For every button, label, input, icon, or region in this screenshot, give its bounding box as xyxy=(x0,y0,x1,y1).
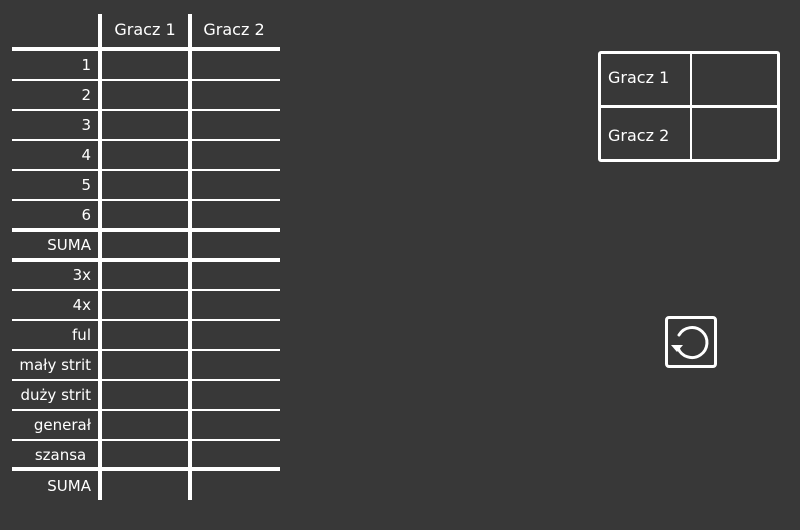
row-label-sixes: 6 xyxy=(81,206,91,224)
score-cell[interactable] xyxy=(193,412,275,438)
score-cell[interactable] xyxy=(103,233,187,259)
score-cell[interactable] xyxy=(103,472,187,498)
row-separator xyxy=(12,109,280,111)
row-separator xyxy=(12,169,280,171)
totals-player-1-name: Gracz 1 xyxy=(608,68,670,87)
score-cell[interactable] xyxy=(103,202,187,228)
row-label-small-straight: mały strit xyxy=(19,356,91,374)
score-cell[interactable] xyxy=(193,52,275,78)
score-cell[interactable] xyxy=(193,112,275,138)
score-cell[interactable] xyxy=(103,412,187,438)
score-cell[interactable] xyxy=(193,352,275,378)
score-cell[interactable] xyxy=(193,233,275,259)
row-label-four-of-a-kind: 4x xyxy=(72,296,91,314)
score-cell[interactable] xyxy=(193,292,275,318)
row-label-general: generał xyxy=(33,416,91,434)
score-cell[interactable] xyxy=(103,142,187,168)
row-label-total-sum: SUMA xyxy=(47,477,91,495)
row-separator xyxy=(12,379,280,381)
player-1-column-header: Gracz 1 xyxy=(114,20,176,39)
row-label-fours: 4 xyxy=(81,146,91,164)
score-cell[interactable] xyxy=(103,292,187,318)
row-label-threes: 3 xyxy=(81,116,91,134)
row-separator xyxy=(12,79,280,81)
score-cell[interactable] xyxy=(103,263,187,289)
score-cell[interactable] xyxy=(193,263,275,289)
score-cell[interactable] xyxy=(193,202,275,228)
score-cell[interactable] xyxy=(193,472,275,498)
row-separator xyxy=(12,319,280,321)
row-label-twos: 2 xyxy=(81,86,91,104)
score-cell[interactable] xyxy=(103,382,187,408)
label-column-divider xyxy=(98,14,102,500)
score-cell[interactable] xyxy=(103,352,187,378)
score-cell[interactable] xyxy=(103,172,187,198)
reset-button[interactable] xyxy=(665,316,717,368)
score-cell[interactable] xyxy=(103,442,187,468)
row-separator xyxy=(12,409,280,411)
score-cell[interactable] xyxy=(103,112,187,138)
score-cell[interactable] xyxy=(103,322,187,348)
totals-player-1-score xyxy=(694,66,776,90)
score-cell[interactable] xyxy=(103,82,187,108)
row-label-upper-sum: SUMA xyxy=(47,236,91,254)
score-cell[interactable] xyxy=(193,82,275,108)
totals-column-divider xyxy=(690,54,692,159)
row-label-large-straight: duży strit xyxy=(20,386,91,404)
score-cell[interactable] xyxy=(103,52,187,78)
totals-row-divider xyxy=(601,105,777,108)
row-separator xyxy=(12,439,280,441)
totals-scoreboard: Gracz 1 Gracz 2 xyxy=(598,51,780,162)
score-sheet: Gracz 1 Gracz 2 1 2 3 4 5 6 SUMA 3x 4x f… xyxy=(0,0,300,530)
row-label-chance: szansa xyxy=(34,446,91,464)
score-cell[interactable] xyxy=(193,442,275,468)
totals-player-2-name: Gracz 2 xyxy=(608,126,670,145)
row-label-three-of-a-kind: 3x xyxy=(72,266,91,284)
row-label-fives: 5 xyxy=(81,176,91,194)
row-separator xyxy=(12,139,280,141)
player-column-divider xyxy=(188,14,192,500)
section-separator xyxy=(12,228,280,232)
header-separator xyxy=(12,47,280,51)
row-label-full-house: ful xyxy=(72,326,91,344)
game-board: Gracz 1 Gracz 2 1 2 3 4 5 6 SUMA 3x 4x f… xyxy=(0,0,800,530)
score-cell[interactable] xyxy=(193,382,275,408)
row-separator xyxy=(12,349,280,351)
player-2-column-header: Gracz 2 xyxy=(203,20,265,39)
reset-icon xyxy=(671,326,709,360)
score-cell[interactable] xyxy=(193,142,275,168)
score-cell[interactable] xyxy=(193,322,275,348)
row-label-ones: 1 xyxy=(81,56,91,74)
score-cell[interactable] xyxy=(193,172,275,198)
row-separator xyxy=(12,199,280,201)
totals-player-2-score xyxy=(694,124,776,148)
row-separator xyxy=(12,289,280,291)
